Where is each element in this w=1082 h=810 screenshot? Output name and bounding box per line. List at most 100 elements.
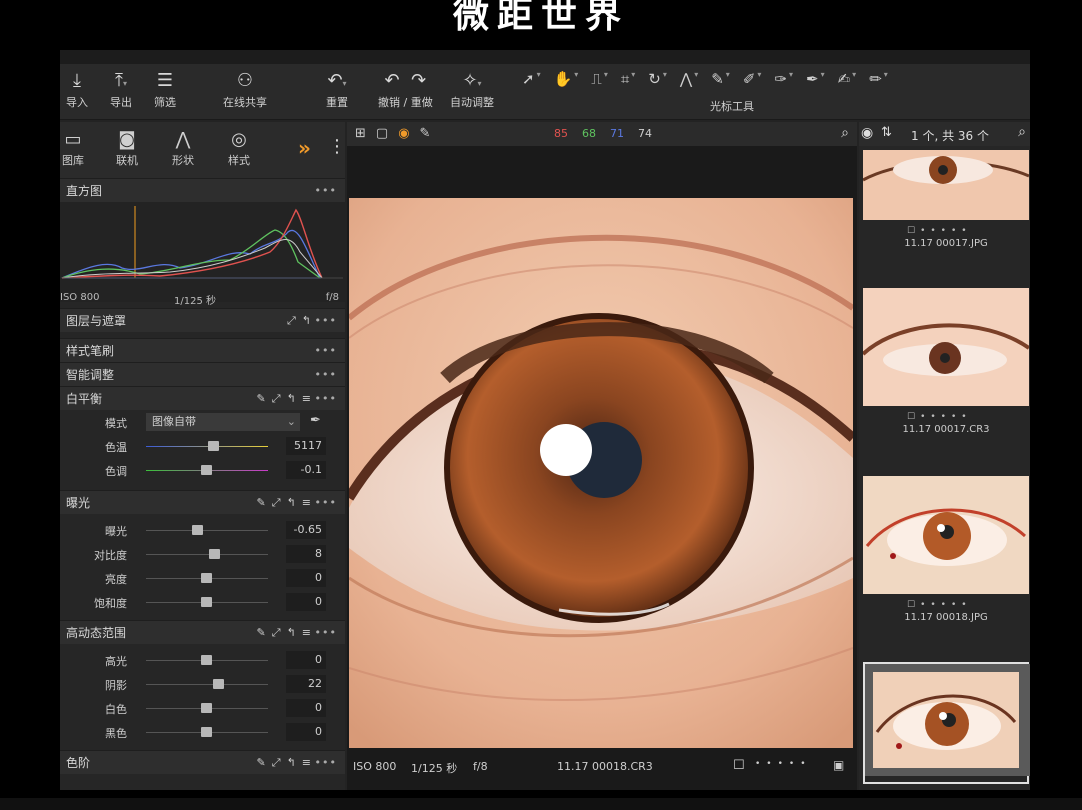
layers-actions-icon[interactable]: ⤢↰ <box>287 314 317 328</box>
slider-track[interactable] <box>146 530 268 531</box>
hdr-menu-icon[interactable]: ••• <box>315 626 337 639</box>
sort-icon[interactable]: ⇅ <box>881 125 892 140</box>
slider-handle[interactable] <box>200 703 212 713</box>
slider-handle[interactable] <box>209 549 221 559</box>
filter-button[interactable]: ☰ 筛选 <box>154 68 176 110</box>
eyedropper-icon[interactable]: ✒ <box>310 413 321 428</box>
thumbnail-1[interactable]: ☐••••• 11.17 00017.JPG <box>863 150 1029 249</box>
select-checkbox-icon[interactable]: ☐ <box>733 758 745 773</box>
gradient-tool-icon[interactable]: ✑ <box>774 70 787 88</box>
tab-style[interactable]: ◎ 样式 <box>228 128 250 168</box>
exposure-menu-icon[interactable]: ••• <box>315 496 337 509</box>
slider-value-field[interactable]: 0 <box>286 569 326 587</box>
white-balance-header[interactable]: 白平衡 ✎⤢↰≡ ••• <box>60 386 345 410</box>
keystone-tool-icon[interactable]: ⋀ <box>680 70 692 88</box>
tab-tether[interactable]: ◙ 联机 <box>116 128 138 168</box>
color-picker-icon[interactable]: ✎ <box>420 126 431 141</box>
heal-tool-icon[interactable]: ✒ <box>806 70 819 88</box>
pan-tool-icon[interactable]: ✋ <box>554 70 573 88</box>
thumbnail-rating[interactable]: ☐••••• <box>863 226 1029 236</box>
thumbnail-4-selected[interactable] <box>863 662 1030 784</box>
share-button[interactable]: ⚇ 在线共享 <box>223 68 267 110</box>
slider-handle[interactable] <box>200 597 212 607</box>
white-balance-actions-icon[interactable]: ✎⤢↰≡ <box>257 392 317 406</box>
hdr-header[interactable]: 高动态范围 ✎⤢↰≡ ••• <box>60 620 345 644</box>
white-balance-menu-icon[interactable]: ••• <box>315 392 337 405</box>
layers-menu-icon[interactable]: ••• <box>315 314 337 327</box>
thumbnail-rating[interactable]: ☐••••• <box>863 412 1029 422</box>
style-brush-header[interactable]: 样式笔刷 ••• <box>60 338 345 362</box>
reset-button[interactable]: ↶▾ 重置 <box>326 68 348 110</box>
proof-eye-icon[interactable]: ◉ <box>398 126 409 141</box>
smart-adjust-header[interactable]: 智能调整 ••• <box>60 362 345 386</box>
slider-value-field[interactable]: -0.65 <box>286 521 326 539</box>
slider-value-field[interactable]: 0 <box>286 593 326 611</box>
layers-header[interactable]: 图层与遮罩 ⤢↰ ••• <box>60 308 345 332</box>
exposure-header[interactable]: 曝光 ✎⤢↰≡ ••• <box>60 490 345 514</box>
zoom-icon[interactable]: ⌕ <box>841 125 849 141</box>
export-button[interactable]: ⤒▾ 导出 <box>110 68 132 110</box>
picker-tool-icon[interactable]: ✍ <box>838 70 851 88</box>
rating-stars[interactable]: ••••• <box>755 759 812 769</box>
hdr-actions-icon[interactable]: ✎⤢↰≡ <box>257 626 317 640</box>
slider-handle[interactable] <box>200 655 212 665</box>
import-button[interactable]: ⤓ 导入 <box>66 68 88 110</box>
tab-library[interactable]: ▭ 图库 <box>62 128 84 168</box>
slider-handle[interactable] <box>200 727 212 737</box>
auto-adjust-label: 自动调整 <box>450 96 494 109</box>
histogram-menu-icon[interactable]: ••• <box>315 184 337 197</box>
hdr-slider-row: 阴影 22 <box>60 672 345 696</box>
brush-tool-icon[interactable]: ✎ <box>711 70 724 88</box>
thumbnail-2[interactable]: ☐••••• 11.17 00017.CR3 <box>863 288 1029 435</box>
slider-value-field[interactable]: -0.1 <box>286 461 326 479</box>
slider-value-field[interactable]: 0 <box>286 723 326 741</box>
eye-toggle-icon[interactable]: ◉ <box>861 125 873 141</box>
crop-tool-icon[interactable]: ⌗ <box>621 70 629 88</box>
eraser-tool-icon[interactable]: ✐ <box>743 70 756 88</box>
exposure-actions-icon[interactable]: ✎⤢↰≡ <box>257 496 317 510</box>
slider-track[interactable] <box>146 446 268 447</box>
wb-mode-select[interactable]: 图像自带 ⌄ <box>146 413 300 431</box>
slider-handle[interactable] <box>200 573 212 583</box>
undo-redo-button[interactable]: ↶ ↷ 撤销 / 重做 <box>378 68 433 110</box>
smart-adjust-menu-icon[interactable]: ••• <box>315 368 337 381</box>
single-view-icon[interactable]: ▢ <box>376 126 388 141</box>
slider-label: 白色 <box>105 703 127 716</box>
thumbnail-3[interactable]: ☐••••• 11.17 00018.JPG <box>863 476 1029 623</box>
pointer-tool-icon[interactable]: ➚ <box>522 70 535 88</box>
slider-value-field[interactable]: 8 <box>286 545 326 563</box>
rotate-tool-icon[interactable]: ↻ <box>648 70 661 88</box>
slider-handle[interactable] <box>208 441 220 451</box>
histogram-header[interactable]: 直方图 ••• <box>60 178 345 202</box>
auto-adjust-button[interactable]: ✧▾ 自动调整 <box>450 68 494 110</box>
loupe-tool-icon[interactable]: ⎍ <box>591 70 602 88</box>
thumbnail-rating[interactable]: ☐••••• <box>863 600 1029 610</box>
levels-header[interactable]: 色阶 ✎⤢↰≡ ••• <box>60 750 345 774</box>
slider-track[interactable] <box>146 684 268 685</box>
slider-track[interactable] <box>146 554 268 555</box>
grid-view-icon[interactable]: ⊞ <box>355 126 366 141</box>
wb-mode-value: 图像自带 <box>152 415 196 428</box>
slider-value-field[interactable]: 22 <box>286 675 326 693</box>
annotate-tool-icon[interactable]: ✏ <box>869 70 882 88</box>
more-tools-chevron-icon[interactable]: » <box>298 136 311 160</box>
slider-value-field[interactable]: 0 <box>286 651 326 669</box>
panel-menu-icon[interactable]: ⋮ <box>328 136 346 157</box>
levels-menu-icon[interactable]: ••• <box>315 756 337 769</box>
cursor-tools-group: ➚ ▾ ✋ ▾ ⎍ ▾ ⌗ ▾ ↻ ▾ ⋀ ▾ ✎ ▾ ✐ ▾ ✑ ▾ ✒ ▾ ✍ ▾ ✏ ▾ <box>522 70 888 88</box>
tab-shape[interactable]: ⋀ 形状 <box>172 128 194 168</box>
slider-handle[interactable] <box>192 525 204 535</box>
search-icon[interactable]: ⌕ <box>1018 124 1026 140</box>
levels-actions-icon[interactable]: ✎⤢↰≡ <box>257 756 317 770</box>
slider-handle[interactable] <box>200 465 212 475</box>
slider-handle[interactable] <box>212 679 224 689</box>
style-brush-menu-icon[interactable]: ••• <box>315 344 337 357</box>
slider-value-field[interactable]: 5117 <box>286 437 326 455</box>
eye-image <box>349 198 853 748</box>
filter-icon: ☰ <box>156 70 174 91</box>
color-tag-icon[interactable]: ▣ <box>833 758 844 772</box>
auto-adjust-icon: ✧▾ <box>462 70 482 91</box>
eye-photo[interactable] <box>349 198 853 748</box>
hdr-slider-row: 黑色 0 <box>60 720 345 744</box>
slider-value-field[interactable]: 0 <box>286 699 326 717</box>
